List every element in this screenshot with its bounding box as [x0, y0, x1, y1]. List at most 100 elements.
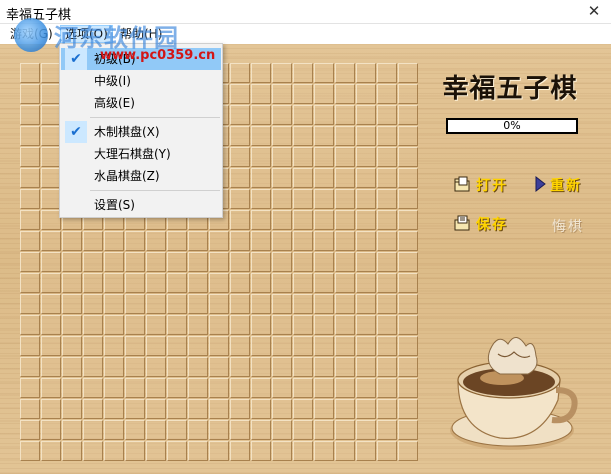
board-cell[interactable]: [41, 147, 61, 167]
board-cell[interactable]: [335, 441, 355, 461]
board-cell[interactable]: [251, 336, 271, 356]
board-cell[interactable]: [230, 147, 250, 167]
board-cell[interactable]: [314, 336, 334, 356]
board-cell[interactable]: [251, 273, 271, 293]
board-cell[interactable]: [209, 273, 229, 293]
board-cell[interactable]: [356, 231, 376, 251]
board-cell[interactable]: [188, 399, 208, 419]
board-cell[interactable]: [293, 294, 313, 314]
board-cell[interactable]: [272, 252, 292, 272]
board-cell[interactable]: [314, 441, 334, 461]
board-cell[interactable]: [230, 63, 250, 83]
board-cell[interactable]: [314, 399, 334, 419]
board-cell[interactable]: [335, 273, 355, 293]
board-cell[interactable]: [272, 336, 292, 356]
board-cell[interactable]: [272, 63, 292, 83]
board-cell[interactable]: [272, 273, 292, 293]
board-cell[interactable]: [314, 357, 334, 377]
board-cell[interactable]: [20, 273, 40, 293]
board-cell[interactable]: [335, 84, 355, 104]
board-cell[interactable]: [356, 168, 376, 188]
board-cell[interactable]: [314, 168, 334, 188]
board-cell[interactable]: [188, 378, 208, 398]
board-cell[interactable]: [377, 357, 397, 377]
board-cell[interactable]: [20, 315, 40, 335]
board-cell[interactable]: [230, 294, 250, 314]
board-cell[interactable]: [377, 147, 397, 167]
board-cell[interactable]: [272, 315, 292, 335]
board-cell[interactable]: [398, 441, 418, 461]
board-cell[interactable]: [41, 210, 61, 230]
board-cell[interactable]: [293, 357, 313, 377]
board-cell[interactable]: [230, 84, 250, 104]
board-cell[interactable]: [293, 273, 313, 293]
board-cell[interactable]: [293, 420, 313, 440]
board-cell[interactable]: [167, 441, 187, 461]
board-cell[interactable]: [356, 210, 376, 230]
board-cell[interactable]: [314, 315, 334, 335]
board-cell[interactable]: [377, 231, 397, 251]
board-cell[interactable]: [104, 378, 124, 398]
board-cell[interactable]: [83, 441, 103, 461]
board-cell[interactable]: [272, 378, 292, 398]
board-cell[interactable]: [356, 273, 376, 293]
board-cell[interactable]: [251, 147, 271, 167]
menu-item-settings[interactable]: 设置(S): [61, 194, 221, 216]
board-cell[interactable]: [230, 252, 250, 272]
board-cell[interactable]: [251, 63, 271, 83]
board-cell[interactable]: [83, 378, 103, 398]
board-cell[interactable]: [41, 168, 61, 188]
board-cell[interactable]: [146, 399, 166, 419]
board-cell[interactable]: [335, 294, 355, 314]
undo-button[interactable]: 悔棋: [552, 216, 584, 236]
board-cell[interactable]: [188, 231, 208, 251]
board-cell[interactable]: [41, 294, 61, 314]
board-cell[interactable]: [209, 399, 229, 419]
board-cell[interactable]: [125, 231, 145, 251]
board-cell[interactable]: [335, 168, 355, 188]
board-cell[interactable]: [314, 420, 334, 440]
board-cell[interactable]: [104, 357, 124, 377]
board-cell[interactable]: [356, 315, 376, 335]
board-cell[interactable]: [83, 336, 103, 356]
board-cell[interactable]: [83, 420, 103, 440]
board-cell[interactable]: [188, 336, 208, 356]
board-cell[interactable]: [314, 210, 334, 230]
close-icon[interactable]: ✕: [585, 2, 603, 20]
board-cell[interactable]: [398, 105, 418, 125]
board-cell[interactable]: [125, 399, 145, 419]
board-cell[interactable]: [398, 168, 418, 188]
board-cell[interactable]: [293, 315, 313, 335]
board-cell[interactable]: [293, 252, 313, 272]
board-cell[interactable]: [41, 399, 61, 419]
board-cell[interactable]: [314, 105, 334, 125]
board-cell[interactable]: [20, 105, 40, 125]
open-button[interactable]: 打开: [454, 175, 508, 196]
board-cell[interactable]: [104, 441, 124, 461]
board-cell[interactable]: [356, 336, 376, 356]
board-cell[interactable]: [209, 294, 229, 314]
board-cell[interactable]: [146, 357, 166, 377]
board-cell[interactable]: [209, 252, 229, 272]
board-cell[interactable]: [335, 378, 355, 398]
board-cell[interactable]: [398, 378, 418, 398]
board-cell[interactable]: [230, 273, 250, 293]
board-cell[interactable]: [62, 231, 82, 251]
board-cell[interactable]: [188, 441, 208, 461]
board-cell[interactable]: [272, 294, 292, 314]
menu-item-advanced[interactable]: 高级(E): [61, 92, 221, 114]
board-cell[interactable]: [398, 126, 418, 146]
board-cell[interactable]: [251, 189, 271, 209]
board-cell[interactable]: [146, 420, 166, 440]
board-cell[interactable]: [293, 441, 313, 461]
board-cell[interactable]: [41, 378, 61, 398]
board-cell[interactable]: [20, 126, 40, 146]
board-cell[interactable]: [188, 357, 208, 377]
board-cell[interactable]: [167, 231, 187, 251]
menu-item-beginner[interactable]: ✔ 初级(B): [61, 48, 221, 70]
board-cell[interactable]: [146, 273, 166, 293]
board-cell[interactable]: [41, 441, 61, 461]
board-cell[interactable]: [398, 84, 418, 104]
board-cell[interactable]: [335, 231, 355, 251]
board-cell[interactable]: [251, 168, 271, 188]
